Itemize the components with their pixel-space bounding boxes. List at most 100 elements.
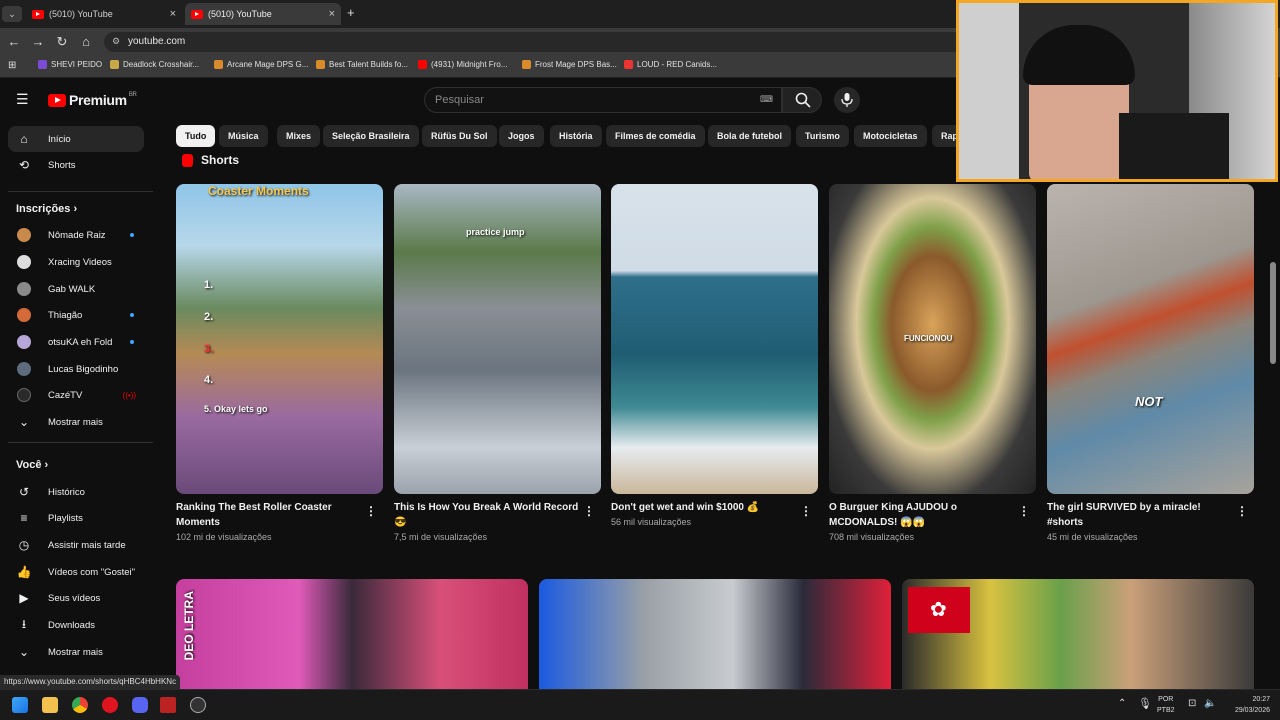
sidebar-item-inicio[interactable]: ⌂ Início (8, 126, 144, 152)
sidebar-item-history[interactable]: ↺ Histórico (8, 479, 144, 505)
browser-tab[interactable]: (5010) YouTube × (26, 3, 182, 25)
app-icon[interactable] (160, 697, 176, 713)
clock[interactable]: 20:27 29/03/2026 (1224, 694, 1270, 716)
video-thumbnail[interactable]: ✿ (902, 579, 1254, 689)
chip[interactable]: Motocicletas (854, 125, 927, 147)
chip[interactable]: Rüfüs Du Sol (422, 125, 497, 147)
subscriptions-header[interactable]: Inscrições › (16, 203, 77, 215)
search-input[interactable]: Pesquisar ⌨ (424, 87, 782, 113)
search-button[interactable] (782, 87, 822, 113)
sidebar-item-your-videos[interactable]: ▶ Seus vídeos (8, 585, 144, 611)
sidebar-item-liked[interactable]: 👍 Vídeos com "Gostei" (8, 559, 144, 585)
reload-icon[interactable]: ↻ (54, 34, 70, 50)
close-icon[interactable]: × (329, 8, 335, 20)
filter-chips-bar: Tudo Música Mixes Seleção Brasileira Rüf… (176, 125, 956, 147)
discord-icon[interactable] (132, 697, 148, 713)
bookmark-item[interactable]: Best Talent Builds fo... (316, 60, 408, 69)
bookmark-item[interactable]: Deadlock Crosshair... (110, 60, 199, 69)
browser-tab-active[interactable]: (5010) YouTube × (185, 3, 341, 25)
keyboard-icon[interactable]: ⌨ (760, 94, 773, 105)
microphone-icon[interactable]: 🎙 (1138, 697, 1152, 710)
video-thumbnail[interactable] (539, 579, 891, 689)
chip[interactable]: Jogos (499, 125, 544, 147)
file-explorer-icon[interactable] (42, 697, 58, 713)
short-card[interactable]: FUNCIONOU O Burguer King AJUDOU o MCDONA… (829, 184, 1036, 542)
sidebar-item-shorts[interactable]: ⟲ Shorts (8, 152, 144, 178)
chip[interactable]: Filmes de comédia (606, 125, 705, 147)
network-icon[interactable]: ⊡ (1188, 698, 1196, 709)
thumbnail-overlay-text: NOT (1135, 394, 1163, 409)
menu-hamburger-icon[interactable]: ☰ (16, 91, 29, 108)
chip-tudo[interactable]: Tudo (176, 125, 216, 147)
apps-grid-icon[interactable]: ⊞ (8, 60, 16, 71)
more-options-icon[interactable]: ⋮ (800, 504, 812, 518)
short-title[interactable]: O Burguer King AJUDOU o MCDONALDS! 😱😱 (829, 500, 1014, 530)
chip[interactable]: Bola de futebol (708, 125, 791, 147)
bookmark-item[interactable]: (4931) Midnight Fro... (418, 60, 507, 69)
short-card[interactable]: Don't get wet and win $1000 💰 56 mil vis… (611, 184, 818, 527)
sidebar-item-subscription[interactable]: Nômade Raiz (8, 222, 144, 248)
short-card[interactable]: practice jump This Is How You Break A Wo… (394, 184, 601, 542)
sidebar-item-watch-later[interactable]: ◷ Assistir mais tarde (8, 532, 144, 558)
you-header[interactable]: Você › (16, 459, 48, 471)
short-card[interactable]: Coaster Moments 1. 2. 3. 4. 5. Okay lets… (176, 184, 383, 542)
bookmark-item[interactable]: LOUD - RED Canids... (624, 60, 717, 69)
chip[interactable]: Rap (932, 125, 956, 147)
short-title[interactable]: Ranking The Best Roller Coaster Moments (176, 500, 361, 530)
new-tab-button[interactable]: + (347, 5, 355, 20)
shorts-icon: ⟲ (18, 158, 30, 172)
chevron-up-icon[interactable]: ⌃ (1118, 698, 1126, 709)
short-title[interactable]: The girl SURVIVED by a miracle! #shorts (1047, 500, 1232, 530)
more-options-icon[interactable]: ⋮ (1018, 504, 1030, 518)
short-thumbnail[interactable]: FUNCIONOU (829, 184, 1036, 494)
show-more-subscriptions[interactable]: ⌄ Mostrar mais (8, 409, 144, 435)
forward-arrow-icon[interactable]: → (30, 34, 46, 49)
short-thumbnail[interactable] (611, 184, 818, 494)
more-options-icon[interactable]: ⋮ (1236, 504, 1248, 518)
tab-search-button[interactable]: ⌄ (2, 6, 22, 22)
short-card[interactable]: NOT The girl SURVIVED by a miracle! #sho… (1047, 184, 1254, 542)
chrome-icon[interactable] (72, 697, 88, 713)
short-thumbnail[interactable]: practice jump (394, 184, 601, 494)
webcam-overlay (956, 0, 1278, 182)
voice-search-button[interactable] (834, 87, 860, 113)
close-icon[interactable]: × (170, 8, 176, 20)
sidebar-item-subscription[interactable]: otsuKA eh Fold (8, 329, 144, 355)
sidebar-item-subscription[interactable]: CazéTV ((•)) (8, 382, 144, 408)
windows-start-icon[interactable] (12, 697, 28, 713)
site-info-icon[interactable]: ⚙ (112, 36, 120, 47)
youtube-premium-logo[interactable]: Premium BR (48, 92, 137, 108)
back-arrow-icon[interactable]: ← (6, 34, 22, 49)
show-more-you[interactable]: ⌄ Mostrar mais (8, 639, 144, 665)
chip[interactable]: Seleção Brasileira (323, 125, 419, 147)
chip[interactable]: Turismo (796, 125, 849, 147)
volume-icon[interactable]: 🔈 (1204, 698, 1216, 709)
short-thumbnail[interactable]: NOT (1047, 184, 1254, 494)
short-title[interactable]: This Is How You Break A World Record 😎 (394, 500, 579, 530)
short-title[interactable]: Don't get wet and win $1000 💰 (611, 500, 796, 515)
bookmark-item[interactable]: SHEVI PEIDO (38, 60, 102, 69)
opera-icon[interactable] (102, 697, 118, 713)
chip[interactable]: História (550, 125, 602, 147)
sidebar-item-subscription[interactable]: Xracing Videos (8, 249, 144, 275)
bookmark-item[interactable]: Frost Mage DPS Bas... (522, 60, 617, 69)
sidebar-item-subscription[interactable]: Lucas Bigodinho (8, 356, 144, 382)
chip[interactable]: Mixes (277, 125, 321, 147)
thumbnail-overlay-text: 2. (204, 311, 214, 323)
url-field[interactable]: ⚙ youtube.com (104, 32, 984, 52)
url-text: youtube.com (128, 36, 186, 47)
sidebar-item-playlists[interactable]: ≡ Playlists (8, 505, 144, 531)
more-options-icon[interactable]: ⋮ (583, 504, 595, 518)
chip[interactable]: Música (219, 125, 268, 147)
language-indicator[interactable]: POR PTB2 (1157, 694, 1175, 716)
page-scrollbar[interactable] (1270, 262, 1276, 364)
home-icon[interactable]: ⌂ (78, 34, 94, 49)
sidebar-item-subscription[interactable]: Gab WALK (8, 276, 144, 302)
sidebar-item-subscription[interactable]: Thiagão (8, 302, 144, 328)
sidebar-item-downloads[interactable]: ⭳ Downloads (8, 612, 144, 638)
short-thumbnail[interactable]: Coaster Moments 1. 2. 3. 4. 5. Okay lets… (176, 184, 383, 494)
bookmark-item[interactable]: Arcane Mage DPS G... (214, 60, 308, 69)
video-thumbnail[interactable]: DEO LETRA (176, 579, 528, 689)
more-options-icon[interactable]: ⋮ (365, 504, 377, 518)
obs-icon[interactable] (190, 697, 206, 713)
